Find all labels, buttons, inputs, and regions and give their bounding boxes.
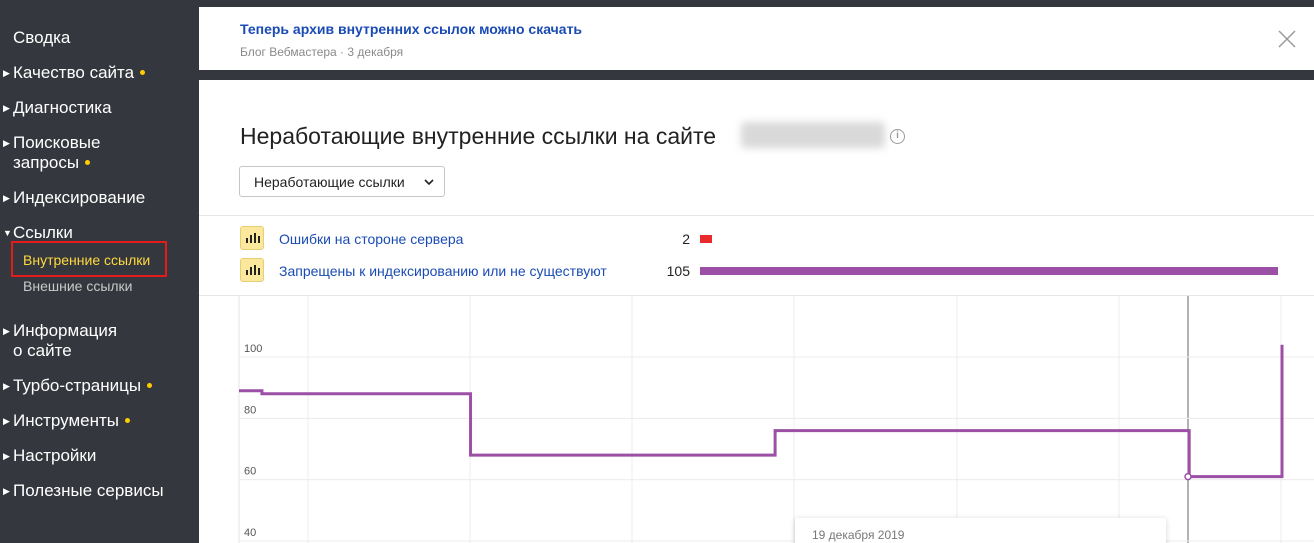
- sidebar-item-label-line2: запросы: [13, 153, 80, 172]
- sidebar-item-label: Настройки: [13, 446, 97, 465]
- sidebar-subitem-internal-links[interactable]: Внутренние ссылки: [23, 252, 150, 268]
- series-line: [239, 344, 1284, 479]
- y-tick-label: 60: [244, 466, 256, 478]
- legend-label[interactable]: Запрещены к индексированию или не сущест…: [279, 263, 607, 279]
- site-name-redacted: [741, 122, 885, 148]
- page-title: Неработающие внутренние ссылки на сайте: [240, 123, 717, 149]
- sidebar-item-diagnostics[interactable]: ▶ Диагностика: [0, 98, 112, 118]
- sidebar-item-label-line1: Поисковые: [13, 133, 101, 152]
- divider: [199, 215, 1314, 216]
- legend-count: 105: [666, 263, 690, 279]
- y-tick-label: 100: [244, 343, 262, 355]
- notification-dot: [85, 160, 91, 165]
- content-panel: Неработающие внутренние ссылки на сайте …: [199, 80, 1314, 543]
- close-icon[interactable]: [1278, 30, 1296, 48]
- bar-chart-icon[interactable]: [240, 226, 264, 250]
- sidebar-item-label: Информация о сайте: [13, 321, 117, 361]
- chart-grid: [238, 296, 1314, 543]
- sidebar: Сводка ▶ Качество сайта ▶ Диагностика ▶ Пои…: [0, 0, 199, 543]
- caret-right-icon: ▶: [3, 326, 10, 336]
- sidebar-item-settings[interactable]: ▶ Настройки: [0, 446, 96, 466]
- y-tick-label: 40: [244, 527, 256, 539]
- sidebar-item-site-info[interactable]: ▶ Информация о сайте: [0, 321, 117, 361]
- sidebar-item-label: Индексирование: [13, 188, 146, 207]
- tooltip-date: 19 декабря 2019: [812, 528, 905, 542]
- sidebar-item-label: Диагностика: [13, 98, 112, 117]
- caret-right-icon: ▶: [3, 103, 10, 113]
- caret-right-icon: ▶: [3, 193, 10, 203]
- bar-chart-icon[interactable]: [240, 258, 264, 282]
- sidebar-item-label-line1: Информация: [13, 321, 118, 340]
- sidebar-item-useful-services[interactable]: ▶ Полезные сервисы: [0, 481, 164, 501]
- notice-meta: Блог Вебмастера · 3 декабря: [240, 45, 404, 59]
- caret-right-icon: ▶: [3, 486, 10, 496]
- link-type-dropdown[interactable]: Неработающие ссылки: [239, 166, 445, 197]
- sidebar-item-label: Инструменты: [13, 411, 120, 430]
- sidebar-item-links[interactable]: ▼Ссылки: [0, 223, 73, 243]
- legend-bar: [700, 235, 712, 243]
- caret-right-icon: ▶: [3, 381, 10, 391]
- info-icon[interactable]: i: [890, 129, 905, 144]
- main-area: Теперь архив внутренних ссылок можно ска…: [199, 0, 1314, 543]
- chart-tooltip: 19 декабря 2019: [795, 518, 1166, 543]
- sidebar-item-label: Ссылки: [13, 223, 73, 242]
- series-point: [1184, 472, 1192, 481]
- sidebar-item-indexing[interactable]: ▶ Индексирование: [0, 188, 145, 208]
- chevron-down-icon: [423, 175, 435, 191]
- sidebar-item-label: Полезные сервисы: [13, 481, 164, 500]
- links-chart[interactable]: 100 80 60 40: [199, 296, 1314, 543]
- chart-y-ticks: 100 80 60 40: [244, 343, 262, 539]
- notification-dot: [147, 383, 153, 388]
- sidebar-subitem-external-links[interactable]: Внешние ссылки: [23, 278, 133, 294]
- caret-right-icon: ▶: [3, 451, 10, 461]
- sidebar-item-label: Поисковые запросы: [13, 133, 100, 173]
- notification-dot: [125, 418, 131, 423]
- sidebar-item-label: Сводка: [13, 28, 71, 47]
- dropdown-label: Неработающие ссылки: [254, 174, 405, 190]
- caret-right-icon: ▶: [3, 68, 10, 78]
- sidebar-item-search-queries[interactable]: ▶ Поисковые запросы: [0, 133, 100, 173]
- sidebar-item-turbo-pages[interactable]: ▶ Турбо-страницы: [0, 376, 153, 396]
- notification-dot: [140, 70, 146, 75]
- sidebar-item-site-quality[interactable]: ▶ Качество сайта: [0, 63, 146, 83]
- y-tick-label: 80: [244, 404, 256, 416]
- caret-right-icon: ▶: [3, 138, 10, 148]
- legend-bar: [700, 267, 1278, 275]
- legend-count: 2: [682, 231, 690, 247]
- legend-label[interactable]: Ошибки на стороне сервера: [279, 231, 463, 247]
- news-notice: Теперь архив внутренних ссылок можно ска…: [199, 7, 1314, 70]
- chart-series: [239, 344, 1284, 481]
- caret-right-icon: ▶: [3, 416, 10, 426]
- notice-title-link[interactable]: Теперь архив внутренних ссылок можно ска…: [240, 21, 582, 37]
- sidebar-item-label: Турбо-страницы: [13, 376, 142, 395]
- sidebar-item-tools[interactable]: ▶ Инструменты: [0, 411, 131, 431]
- sidebar-item-label-line2: о сайте: [13, 341, 72, 360]
- caret-down-icon: ▼: [3, 228, 12, 238]
- sidebar-item-label: Качество сайта: [13, 63, 135, 82]
- sidebar-item-summary[interactable]: Сводка: [13, 28, 70, 48]
